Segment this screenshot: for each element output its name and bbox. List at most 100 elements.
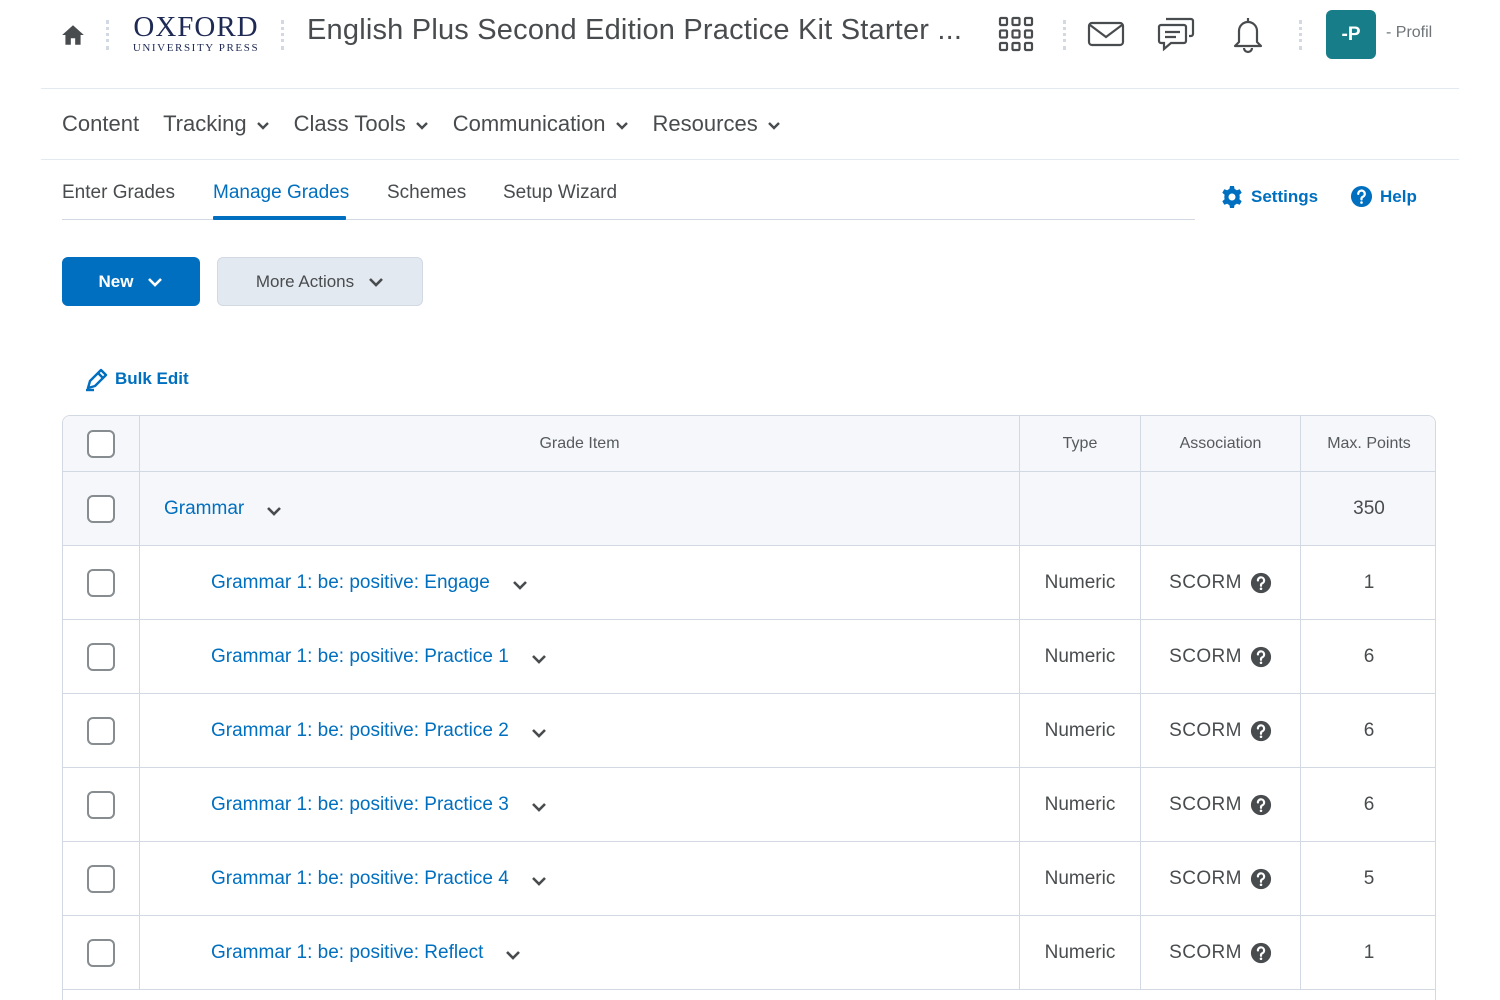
help-question-icon[interactable] — [1250, 720, 1272, 742]
grade-item-link[interactable]: Grammar 1: be: positive: Reflect — [211, 942, 483, 964]
grade-item-link[interactable]: Grammar 1: be: positive: Practice 2 — [211, 720, 509, 742]
max-points-cell: 350 — [1301, 472, 1435, 545]
table-row: Grammar 1: be: positive: Practice 1 Nume… — [63, 620, 1435, 694]
chevron-down-icon — [615, 121, 628, 130]
type-cell: Numeric — [1020, 620, 1141, 693]
row-checkbox[interactable] — [87, 938, 115, 967]
help-question-icon[interactable] — [1250, 572, 1272, 594]
nav-item-tracking[interactable]: Tracking — [163, 111, 270, 137]
nav-item-label: Content — [62, 111, 140, 136]
more-actions-button[interactable]: More Actions — [217, 257, 423, 306]
select-all-checkbox[interactable] — [87, 429, 115, 458]
avatar[interactable]: -P — [1326, 10, 1376, 59]
help-label: Help — [1380, 186, 1417, 206]
grade-item-cell: Grammar 1: be: positive: Practice 2 — [140, 694, 1020, 767]
table-row: Grammar 1: be: positive: Practice 3 Nume… — [63, 768, 1435, 842]
nav-item-content[interactable]: Content — [62, 111, 139, 137]
grade-item-link[interactable]: Grammar 1: be: positive: Engage — [211, 572, 490, 594]
check-cell — [63, 472, 140, 545]
table-row: Grammar 1: be: positive: Engage Numeric … — [63, 546, 1435, 620]
max-points-value: 5 — [1363, 867, 1375, 889]
max-points-value: 6 — [1363, 645, 1375, 667]
help-link[interactable]: Help — [1350, 185, 1417, 208]
type-value: Numeric — [1044, 645, 1116, 667]
chevron-down-icon[interactable] — [531, 802, 547, 812]
profile-label[interactable]: - Profil — [1386, 24, 1432, 42]
chat-icon[interactable] — [1156, 14, 1196, 54]
association-cell — [1141, 472, 1301, 545]
course-title[interactable]: English Plus Second Edition Practice Kit… — [307, 14, 962, 47]
row-checkbox[interactable] — [87, 864, 115, 893]
tab-setup-wizard[interactable]: Setup Wizard — [503, 182, 617, 222]
header-divider — [106, 20, 109, 50]
nav-item-class-tools[interactable]: Class Tools — [294, 111, 429, 137]
grade-item-link[interactable]: Grammar 1: be: positive: Practice 3 — [211, 794, 509, 816]
row-checkbox[interactable] — [87, 494, 115, 523]
association-value: SCORM — [1169, 646, 1272, 668]
max-points-value: 1 — [1363, 571, 1375, 593]
row-checkbox[interactable] — [87, 716, 115, 745]
type-cell: Numeric — [1020, 694, 1141, 767]
help-question-icon[interactable] — [1250, 794, 1272, 816]
tab-schemes[interactable]: Schemes — [387, 182, 466, 222]
type-value: Numeric — [1044, 571, 1116, 593]
column-header-association: Association — [1141, 416, 1301, 471]
nav-item-label: Communication — [452, 111, 606, 136]
chevron-down-icon[interactable] — [266, 506, 282, 516]
bulk-edit-button[interactable]: Bulk Edit — [84, 366, 189, 392]
course-navbar: Content Tracking Class Tools Communicati… — [62, 108, 805, 140]
max-points-cell: 6 — [1301, 694, 1435, 767]
nav-item-communication[interactable]: Communication — [453, 111, 629, 137]
type-cell: Numeric — [1020, 842, 1141, 915]
type-cell: Numeric — [1020, 546, 1141, 619]
nav-item-resources[interactable]: Resources — [653, 111, 781, 137]
home-icon[interactable] — [60, 22, 86, 48]
grade-items-table: Grade Item Type Association Max. Points … — [62, 415, 1436, 1000]
column-header-max-points: Max. Points — [1327, 434, 1411, 452]
chevron-down-icon[interactable] — [531, 876, 547, 886]
category-link[interactable]: Grammar — [164, 498, 244, 520]
settings-link[interactable]: Settings — [1220, 185, 1318, 209]
help-question-icon[interactable] — [1250, 868, 1272, 890]
chevron-down-icon[interactable] — [512, 580, 528, 590]
nav-item-label: Resources — [652, 111, 758, 136]
type-cell — [1020, 472, 1141, 545]
association-value: SCORM — [1169, 794, 1272, 816]
waffle-grid-icon[interactable] — [996, 14, 1036, 54]
association-label: SCORM — [1169, 941, 1242, 963]
max-points-cell: 6 — [1301, 768, 1435, 841]
chevron-down-icon[interactable] — [505, 950, 521, 960]
chevron-down-icon[interactable] — [531, 728, 547, 738]
mail-icon[interactable] — [1086, 14, 1126, 54]
new-button[interactable]: New — [62, 257, 200, 306]
help-question-icon[interactable] — [1250, 646, 1272, 668]
max-points-value: 6 — [1363, 719, 1375, 741]
bell-icon[interactable] — [1228, 14, 1268, 54]
header-divider — [281, 20, 284, 50]
grade-item-link[interactable]: Grammar 1: be: positive: Practice 1 — [211, 646, 509, 668]
grade-item-link[interactable]: Grammar 1: be: positive: Practice 4 — [211, 868, 509, 890]
nav-item-label: Class Tools — [293, 111, 406, 136]
association-value: SCORM — [1169, 720, 1272, 742]
column-header-grade-item[interactable]: Grade Item — [140, 416, 1020, 471]
logo-sub-text: UNIVERSITY PRESS — [132, 42, 260, 54]
chevron-down-icon — [767, 121, 780, 130]
column-header-type: Type — [1020, 416, 1141, 471]
settings-label: Settings — [1251, 187, 1319, 206]
tab-enter-grades[interactable]: Enter Grades — [62, 182, 175, 222]
help-question-icon[interactable] — [1250, 942, 1272, 964]
type-value: Numeric — [1044, 719, 1116, 741]
oxford-logo[interactable]: OXFORD UNIVERSITY PRESS — [126, 12, 266, 54]
row-checkbox[interactable] — [87, 642, 115, 671]
association-label: SCORM — [1169, 867, 1242, 889]
check-cell — [63, 694, 140, 767]
chevron-down-icon[interactable] — [531, 654, 547, 664]
gear-icon — [1222, 186, 1242, 208]
help-question-icon — [1350, 185, 1373, 208]
pencil-edit-icon — [86, 368, 108, 392]
grade-item-cell: Grammar — [140, 472, 1020, 545]
row-checkbox[interactable] — [87, 568, 115, 597]
new-button-label: New — [98, 271, 134, 291]
max-points-cell: 1 — [1301, 546, 1435, 619]
row-checkbox[interactable] — [87, 790, 115, 819]
